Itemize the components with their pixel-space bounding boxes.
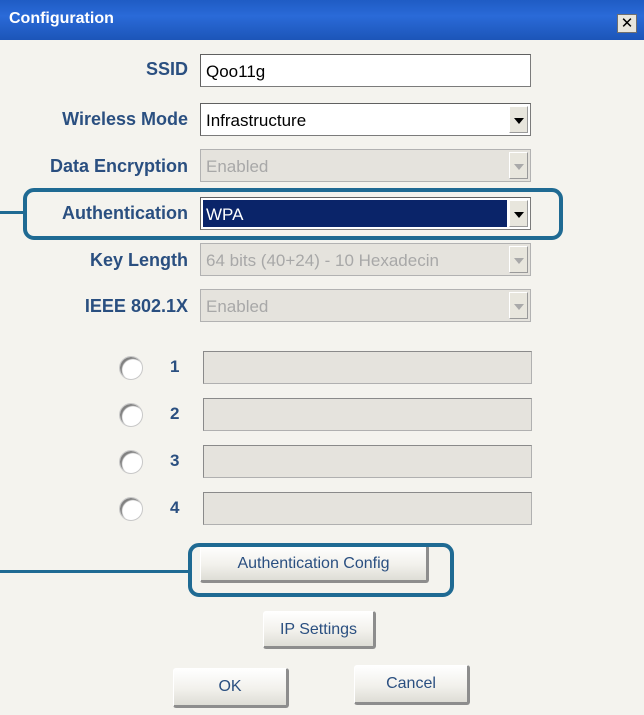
key-4-input[interactable] (203, 492, 532, 525)
ssid-label: SSID (145, 59, 188, 79)
chevron-down-icon (509, 246, 528, 273)
chevron-down-icon (509, 292, 528, 319)
data-encryption-value: Enabled (206, 157, 269, 176)
key-2-number: 2 (170, 404, 180, 423)
ieee-8021x-select: Enabled (200, 289, 531, 322)
ssid-value: Qoo11g (206, 62, 266, 81)
cancel-button[interactable]: Cancel (354, 665, 470, 705)
key-1-number: 1 (170, 357, 180, 376)
ip-settings-button[interactable]: IP Settings (263, 611, 376, 649)
chevron-down-icon (509, 152, 528, 179)
key-3-number: 3 (170, 451, 180, 470)
data-encryption-label: Data Encryption (49, 156, 188, 176)
close-icon: ✕ (620, 14, 634, 32)
key-length-select: 64 bits (40+24) - 10 Hexadecin (200, 243, 531, 276)
wireless-mode-select[interactable]: Infrastructure (200, 103, 531, 136)
callout-authentication (23, 188, 563, 240)
wireless-mode-label: Wireless Mode (62, 109, 188, 129)
title-bar: Configuration ✕ (0, 0, 644, 40)
data-encryption-select: Enabled (200, 149, 531, 182)
key-4-number: 4 (170, 498, 180, 517)
close-button[interactable]: ✕ (617, 14, 637, 33)
ieee-8021x-label: IEEE 802.1X (84, 296, 188, 316)
ieee-8021x-value: Enabled (206, 297, 269, 316)
chevron-down-icon[interactable] (509, 106, 528, 133)
key-1-radio[interactable] (119, 356, 143, 380)
key-length-value: 64 bits (40+24) - 10 Hexadecin (206, 251, 439, 270)
ssid-input[interactable]: Qoo11g (200, 54, 531, 87)
key-4-radio[interactable] (119, 497, 143, 521)
key-length-label: Key Length (89, 250, 188, 270)
wireless-mode-value: Infrastructure (206, 111, 307, 130)
configuration-window: Configuration ✕ SSID Qoo11g Wireless Mod… (0, 0, 644, 715)
callout-connector-auth-config (0, 570, 191, 573)
key-2-radio[interactable] (119, 403, 143, 427)
ok-button[interactable]: OK (173, 668, 289, 708)
key-1-input[interactable] (203, 351, 532, 384)
key-2-input[interactable] (203, 398, 532, 431)
key-3-input[interactable] (203, 445, 532, 478)
key-3-radio[interactable] (119, 450, 143, 474)
callout-authentication-config (188, 543, 454, 597)
window-title: Configuration (9, 10, 114, 27)
